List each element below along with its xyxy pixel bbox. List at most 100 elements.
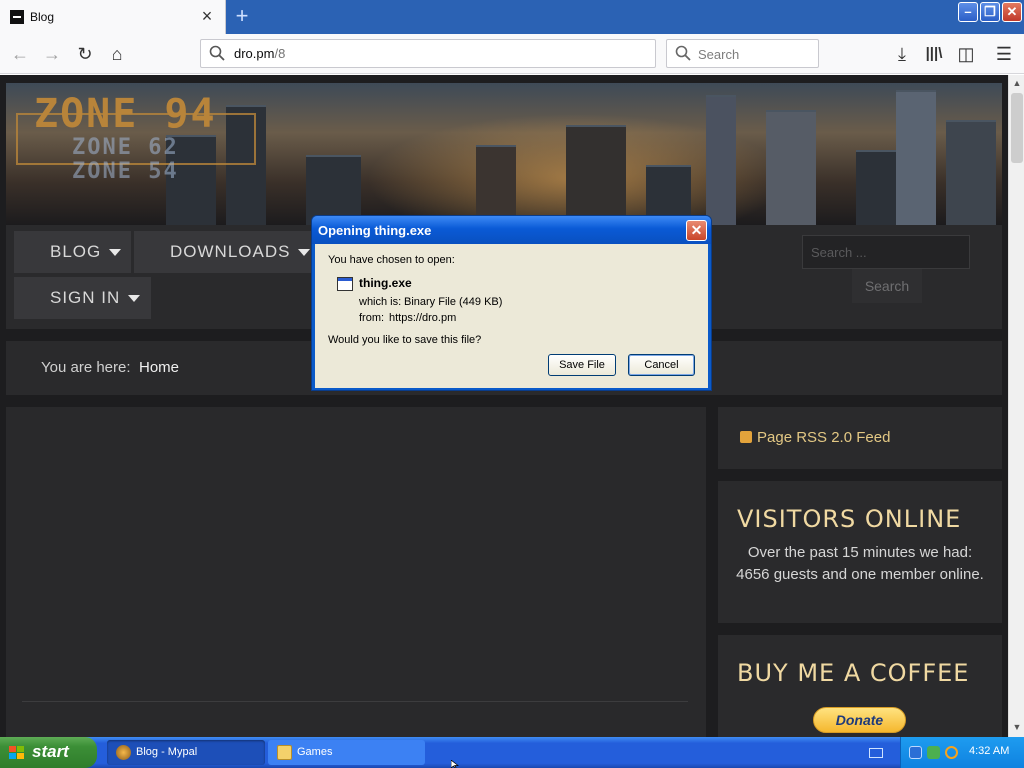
restore-button[interactable]: ❐ bbox=[980, 2, 1000, 22]
network-icon[interactable] bbox=[909, 746, 922, 759]
dialog-file-name: thing.exe bbox=[359, 276, 412, 290]
menu-blog-label: BLOG bbox=[50, 242, 102, 261]
scroll-down-icon[interactable]: ▼ bbox=[1011, 721, 1023, 733]
taskbar-item-games[interactable]: Games bbox=[268, 740, 425, 765]
dialog-body: You have chosen to open: thing.exe which… bbox=[315, 244, 708, 388]
menu-sign-in-label: SIGN IN bbox=[50, 288, 121, 307]
site-banner: ZONE 94 ZONE 62 ZONE 54 bbox=[6, 83, 1002, 225]
visitors-text: Over the past 15 minutes we had: 4656 gu… bbox=[736, 544, 984, 583]
visitors-box: VISITORS ONLINE Over the past 15 minutes… bbox=[718, 481, 1002, 623]
rss-icon bbox=[740, 431, 752, 443]
keyboard-icon[interactable] bbox=[869, 748, 883, 758]
visitors-title: VISITORS ONLINE bbox=[737, 505, 962, 533]
site-logo[interactable]: ZONE 94 bbox=[34, 91, 217, 137]
rss-feed-link[interactable]: Page RSS 2.0 Feed bbox=[740, 429, 890, 446]
main-content-panel bbox=[6, 407, 706, 737]
new-tab-plus-icon[interactable]: + bbox=[230, 3, 254, 29]
browser-search-box[interactable]: Search bbox=[666, 39, 819, 68]
page-viewport: ZONE 94 ZONE 62 ZONE 54 BLOG DOWNLOADS S… bbox=[0, 75, 1008, 737]
window-controls: – ❐ ✕ bbox=[958, 2, 1022, 24]
coffee-box: BUY ME A COFFEE Donate bbox=[718, 635, 1002, 737]
start-button[interactable]: start bbox=[0, 737, 97, 768]
logo-subtitle: ZONE 62 bbox=[72, 135, 179, 160]
banner-building bbox=[896, 90, 936, 225]
browser-app-icon bbox=[116, 745, 131, 760]
caret-down-icon bbox=[128, 295, 141, 303]
menu-downloads[interactable]: DOWNLOADS bbox=[134, 231, 314, 273]
taskbar-item-blog[interactable]: Blog - Mypal bbox=[107, 740, 265, 765]
mouse-cursor-icon bbox=[451, 760, 459, 768]
page-scrollbar[interactable]: ▲ ▼ bbox=[1008, 75, 1024, 737]
caret-down-icon bbox=[109, 249, 122, 257]
desktop-screen: Blog × + – ❐ ✕ ← → ↻ ⌂ dro.pm/8 Search ⤓… bbox=[0, 0, 1024, 768]
dialog-close-button[interactable]: ✕ bbox=[686, 220, 707, 241]
dialog-question: Would you like to save this file? bbox=[328, 334, 482, 346]
sidebar-toggle-icon[interactable]: ◫ bbox=[954, 42, 978, 66]
tab-close-icon[interactable]: × bbox=[198, 7, 216, 25]
url-bar[interactable]: dro.pm/8 bbox=[200, 39, 656, 68]
url-host: dro.pm bbox=[234, 46, 275, 61]
from-value: https://dro.pm bbox=[389, 312, 457, 324]
menu-blog[interactable]: BLOG bbox=[14, 231, 131, 273]
system-tray: 4:32 AM bbox=[900, 737, 1024, 768]
tab-title: Blog bbox=[30, 10, 55, 24]
from-label: from: bbox=[359, 312, 385, 324]
breadcrumb-home: Home bbox=[139, 359, 180, 376]
taskbar: start Blog - Mypal Games 4:32 AM bbox=[0, 737, 1024, 768]
url-text: dro.pm/8 bbox=[234, 46, 285, 61]
logo-subtitle: ZONE 54 bbox=[72, 159, 179, 184]
which-is-value: Binary File (449 KB) bbox=[404, 296, 503, 308]
dialog-titlebar[interactable]: Opening thing.exe ✕ bbox=[312, 216, 711, 244]
back-arrow-icon[interactable]: ← bbox=[8, 42, 32, 66]
security-shield-icon[interactable] bbox=[927, 746, 940, 759]
banner-building bbox=[766, 110, 816, 225]
caret-down-icon bbox=[298, 249, 311, 257]
scroll-thumb[interactable] bbox=[1011, 93, 1023, 163]
menu-sign-in[interactable]: SIGN IN bbox=[14, 277, 151, 319]
close-icon: ✕ bbox=[1006, 4, 1018, 19]
search-icon bbox=[209, 45, 225, 61]
rss-box: Page RSS 2.0 Feed bbox=[718, 407, 1002, 469]
taskbar-item-label: Games bbox=[297, 746, 333, 758]
scroll-up-icon[interactable]: ▲ bbox=[1011, 77, 1023, 89]
which-is-label: which is: bbox=[359, 296, 402, 308]
restore-icon: ❐ bbox=[984, 4, 996, 19]
site-search-button[interactable]: Search bbox=[852, 269, 922, 303]
coffee-title: BUY ME A COFFEE bbox=[737, 659, 970, 687]
browser-tab-blog[interactable]: Blog × bbox=[0, 0, 226, 34]
site-search-placeholder: Search ... bbox=[811, 245, 867, 260]
browser-toolbar: ← → ↻ ⌂ dro.pm/8 Search ⤓ |||\ ◫ ☰ bbox=[0, 34, 1024, 74]
search-icon bbox=[675, 45, 691, 61]
site-search-input[interactable]: Search ... bbox=[802, 235, 970, 269]
save-file-button[interactable]: Save File bbox=[548, 354, 616, 376]
rss-feed-label: Page RSS 2.0 Feed bbox=[757, 429, 891, 446]
banner-building bbox=[946, 120, 996, 225]
browser-tab-strip: Blog × + – ❐ ✕ bbox=[0, 0, 1024, 34]
library-icon[interactable]: |||\ bbox=[922, 42, 946, 66]
divider bbox=[22, 701, 688, 702]
windows-flag-icon bbox=[9, 746, 24, 759]
home-icon[interactable]: ⌂ bbox=[105, 42, 129, 66]
minimize-icon: – bbox=[964, 4, 972, 19]
dialog-title: Opening thing.exe bbox=[318, 223, 432, 238]
search-placeholder: Search bbox=[698, 47, 740, 62]
cancel-button[interactable]: Cancel bbox=[628, 354, 695, 376]
reload-icon[interactable]: ↻ bbox=[73, 42, 97, 66]
menu-downloads-label: DOWNLOADS bbox=[170, 242, 291, 261]
url-path: /8 bbox=[274, 46, 286, 61]
menu-hamburger-icon[interactable]: ☰ bbox=[992, 42, 1016, 66]
donate-button[interactable]: Donate bbox=[813, 707, 906, 733]
taskbar-clock: 4:32 AM bbox=[969, 745, 1010, 757]
banner-building bbox=[476, 145, 516, 225]
download-icon[interactable]: ⤓ bbox=[890, 42, 914, 66]
close-icon: ✕ bbox=[690, 222, 703, 238]
banner-building bbox=[706, 95, 736, 225]
window-close-button[interactable]: ✕ bbox=[1002, 2, 1022, 22]
taskbar-item-label: Blog - Mypal bbox=[136, 746, 198, 758]
banner-building bbox=[566, 125, 626, 225]
forward-arrow-icon[interactable]: → bbox=[40, 42, 64, 66]
folder-icon bbox=[277, 745, 292, 760]
breadcrumb-label: You are here: bbox=[41, 359, 131, 376]
search-icon[interactable] bbox=[945, 746, 958, 759]
minimize-button[interactable]: – bbox=[958, 2, 978, 22]
